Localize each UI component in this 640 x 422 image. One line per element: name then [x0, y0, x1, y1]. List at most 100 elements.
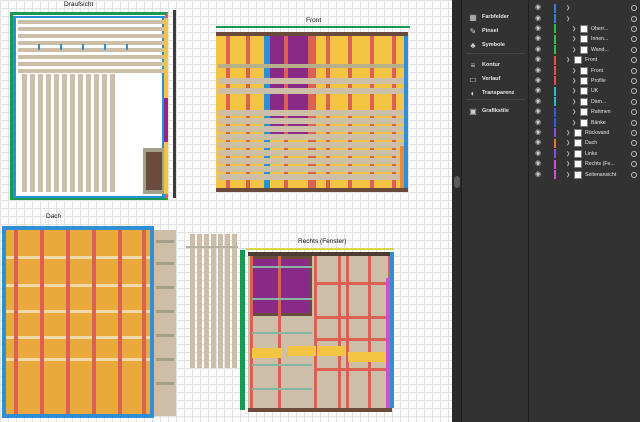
chevron-right-icon[interactable]: ❯ [566, 170, 570, 180]
eye-icon[interactable]: ◉ [534, 108, 542, 116]
chevron-right-icon[interactable]: ❯ [566, 128, 570, 138]
roof-seam [6, 256, 150, 259]
front-bench-board [218, 150, 406, 156]
sidebar-item-transparenz[interactable]: ◐ Transparenz [462, 86, 529, 100]
eye-icon[interactable]: ◉ [534, 150, 542, 158]
layer-row[interactable]: ◉ ❯ Seitenansicht [530, 169, 640, 180]
layer-row[interactable]: ◉ ❯ Dach [530, 138, 640, 148]
layer-row[interactable]: ◉ ❯ Rückwand [530, 128, 640, 138]
target-circle-icon[interactable] [631, 25, 637, 32]
sidebar-item-kontur[interactable]: ≡ Kontur [462, 58, 529, 72]
chevron-right-icon[interactable]: ❯ [572, 86, 576, 96]
layer-row[interactable]: ◉ ❯ Wand... [530, 45, 640, 55]
layer-thumbnail [580, 87, 588, 96]
layer-color-bar [554, 138, 556, 148]
drawing-front[interactable] [214, 26, 410, 196]
target-circle-icon[interactable] [631, 77, 637, 84]
eye-icon[interactable]: ◉ [534, 67, 542, 75]
chevron-right-icon[interactable]: ❯ [566, 149, 570, 159]
layer-row[interactable]: ◉ ❯ Profile [530, 76, 640, 86]
sidebar-item-pinsel[interactable]: ✎ Pinsel [462, 24, 529, 38]
chevron-right-icon[interactable]: ❯ [572, 118, 576, 128]
top-view-slat [102, 74, 107, 192]
right-side-frame [390, 252, 394, 408]
layer-row[interactable]: ◉ ❯ Front [530, 55, 640, 65]
sidebar-item-symbole[interactable]: ♣ Symbole [462, 38, 529, 52]
layer-row[interactable]: ◉ ❯ Links [530, 149, 640, 159]
eye-icon[interactable]: ◉ [534, 15, 542, 23]
layer-row[interactable]: ◉ ❯ UK [530, 86, 640, 96]
target-circle-icon[interactable] [631, 15, 637, 22]
chevron-right-icon[interactable]: ❯ [572, 66, 576, 76]
layer-row[interactable]: ◉ ❯ Rahmen [530, 107, 640, 117]
front-side-accent [400, 146, 404, 188]
eye-icon[interactable]: ◉ [534, 139, 542, 147]
eye-icon[interactable]: ◉ [534, 119, 542, 127]
target-circle-icon[interactable] [631, 109, 637, 116]
sidebar-item-grafikstile[interactable]: ▣ Grafikstile [462, 104, 529, 118]
right-left-frame [240, 250, 245, 410]
sidebar-item-farbfelder[interactable]: ▦ Farbfelder [462, 10, 529, 24]
target-circle-icon[interactable] [631, 119, 637, 126]
drawing-top-view[interactable] [10, 8, 180, 200]
front-bench-board [218, 126, 406, 132]
chevron-right-icon[interactable]: ❯ [566, 3, 570, 13]
layer-row[interactable]: ◉ ❯ Däm... [530, 97, 640, 107]
drawing-roof[interactable] [2, 226, 178, 420]
eye-icon[interactable]: ◉ [534, 98, 542, 106]
target-circle-icon[interactable] [631, 140, 637, 147]
bench-slat [197, 234, 202, 368]
sidebar-item-label: Verlauf [482, 76, 501, 82]
target-circle-icon[interactable] [631, 67, 637, 74]
top-view-slat [78, 74, 83, 192]
layer-color-bar [554, 159, 556, 169]
chevron-right-icon[interactable]: ❯ [566, 138, 570, 148]
chevron-right-icon[interactable]: ❯ [566, 14, 570, 24]
target-circle-icon[interactable] [631, 36, 637, 43]
target-circle-icon[interactable] [631, 46, 637, 53]
scrollbar-thumb[interactable] [454, 176, 460, 188]
eye-icon[interactable]: ◉ [534, 25, 542, 33]
brush-icon: ✎ [469, 26, 477, 36]
target-circle-icon[interactable] [631, 171, 637, 178]
target-circle-icon[interactable] [631, 129, 637, 136]
eye-icon[interactable]: ◉ [534, 87, 542, 95]
eye-icon[interactable]: ◉ [534, 35, 542, 43]
chevron-right-icon[interactable]: ❯ [572, 97, 576, 107]
layer-row[interactable]: ◉ ❯ Oberr... [530, 24, 640, 34]
eye-icon[interactable]: ◉ [534, 4, 542, 12]
eye-icon[interactable]: ◉ [534, 129, 542, 137]
chevron-right-icon[interactable]: ❯ [572, 24, 576, 34]
drawing-bench-slats[interactable] [186, 230, 238, 368]
target-circle-icon[interactable] [631, 88, 637, 95]
target-circle-icon[interactable] [631, 161, 637, 168]
eye-icon[interactable]: ◉ [534, 56, 542, 64]
canvas-scrollbar[interactable] [452, 0, 462, 422]
swatches-icon: ▦ [469, 12, 477, 22]
chevron-right-icon[interactable]: ❯ [566, 55, 570, 65]
artboard-canvas[interactable]: Draufsicht Front Dach Rechts (Fenster) [0, 0, 452, 422]
chevron-right-icon[interactable]: ❯ [572, 45, 576, 55]
sidebar-item-verlauf[interactable]: ▭ Verlauf [462, 72, 529, 86]
target-circle-icon[interactable] [631, 57, 637, 64]
layer-row[interactable]: ◉ ❯ [530, 13, 640, 24]
top-view-dimension-line [173, 10, 176, 198]
drawing-right-window[interactable] [238, 248, 402, 414]
target-circle-icon[interactable] [631, 150, 637, 157]
target-circle-icon[interactable] [631, 98, 637, 105]
layer-row[interactable]: ◉ ❯ Front [530, 65, 640, 76]
chevron-right-icon[interactable]: ❯ [566, 159, 570, 169]
layer-row[interactable]: ◉ ❯ Rechts (Fe... [530, 159, 640, 169]
chevron-right-icon[interactable]: ❯ [572, 34, 576, 44]
eye-icon[interactable]: ◉ [534, 160, 542, 168]
eye-icon[interactable]: ◉ [534, 46, 542, 54]
layer-row[interactable]: ◉ ❯ Innen... [530, 34, 640, 44]
layers-panel: ◉ ❯ ◉ ❯ ◉ ❯ Oberr... ◉ ❯ Innen... ◉ ❯ Wand... ◉ ❯ Front… [530, 0, 640, 422]
chevron-right-icon[interactable]: ❯ [572, 107, 576, 117]
target-circle-icon[interactable] [631, 5, 637, 12]
chevron-right-icon[interactable]: ❯ [572, 76, 576, 86]
eye-icon[interactable]: ◉ [534, 171, 542, 179]
layer-row[interactable]: ◉ ❯ Bänke [530, 117, 640, 128]
eye-icon[interactable]: ◉ [534, 77, 542, 85]
layer-row[interactable]: ◉ ❯ [530, 3, 640, 13]
